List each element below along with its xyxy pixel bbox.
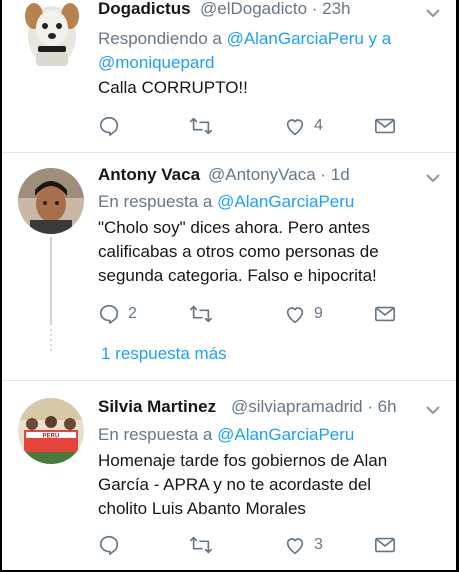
tweet-text-line: García - APRA y no te acordaste del [98, 475, 372, 494]
tweet-actions: 4 [98, 114, 398, 138]
reply-context: En respuesta a @AlanGarciaPeru [98, 191, 354, 213]
dm-button[interactable] [374, 533, 396, 557]
like-button[interactable]: 9 [284, 302, 323, 326]
reply-prefix: En respuesta a [98, 425, 213, 444]
retweet-button[interactable] [189, 302, 213, 326]
retweet-icon [190, 305, 212, 323]
reply-context: En respuesta a @AlanGarciaPeru [98, 424, 354, 446]
tweet-actions: 2 9 [98, 302, 398, 326]
like-count: 3 [314, 536, 323, 553]
avatar-antony-vaca[interactable] [18, 168, 84, 234]
author-name[interactable]: Antony Vaca [98, 165, 200, 185]
avatar-sign-text: PERU [43, 434, 60, 440]
tweet-text-line: cholito Luis Abanto Morales [98, 499, 306, 518]
reply-icon [99, 116, 119, 136]
reply-button[interactable] [98, 114, 120, 138]
tweet-dogadictus[interactable]: Dogadictus @elDogadicto · 23h Respondien… [0, 0, 456, 152]
group-photo-avatar-image: PERU [18, 398, 84, 464]
avatar-silvia-martinez[interactable]: PERU [18, 398, 84, 464]
mention-link[interactable]: @AlanGarciaPeru y a [227, 29, 392, 48]
heart-icon [286, 119, 304, 136]
retweet-icon [190, 536, 212, 554]
retweet-icon [190, 117, 212, 135]
handle-and-time[interactable]: @silviapramadrid · 6h [231, 397, 397, 417]
envelope-icon [375, 306, 395, 322]
retweet-button[interactable] [189, 114, 213, 138]
handle-and-time[interactable]: @AntonyVaca · 1d [208, 165, 350, 185]
heart-icon [286, 538, 304, 555]
mention-link[interactable]: @AlanGarciaPeru [217, 192, 354, 211]
mention-link-2[interactable]: @moniquepard [98, 53, 215, 72]
chevron-down-icon[interactable] [426, 8, 440, 18]
avatar-dogadictus[interactable] [22, 2, 82, 68]
like-count: 9 [314, 305, 323, 322]
tweet-text-line: Calla CORRUPTO!! [98, 78, 248, 97]
chevron-down-icon[interactable] [426, 173, 440, 183]
person-avatar-image [18, 168, 84, 234]
author-name[interactable]: Dogadictus [98, 0, 191, 19]
dm-button[interactable] [374, 114, 396, 138]
reply-button[interactable]: 2 [98, 302, 137, 326]
tweet-antony-vaca[interactable]: Antony Vaca @AntonyVaca · 1d En respuest… [0, 153, 456, 380]
tweet-text: "Cholo soy" dices ahora. Pero antes cali… [98, 216, 448, 288]
envelope-icon [375, 118, 395, 134]
reply-prefix: En respuesta a [98, 192, 213, 211]
handle-and-time[interactable]: @elDogadicto · 23h [200, 0, 351, 19]
mention-link[interactable]: @AlanGarciaPeru [217, 425, 354, 444]
like-count: 4 [314, 117, 323, 134]
tweet-text: Calla CORRUPTO!! [98, 76, 248, 100]
reply-icon [99, 535, 119, 555]
tweet-text-line: calificabas a otros como personas de [98, 242, 379, 261]
tweet-text-line: Homenaje tarde fos gobiernos de Alan [98, 451, 388, 470]
tweet-actions: 3 [98, 533, 398, 557]
retweet-button[interactable] [189, 533, 213, 557]
reply-count: 2 [128, 305, 137, 322]
tweet-text: Homenaje tarde fos gobiernos de Alan Gar… [98, 449, 448, 521]
like-button[interactable]: 3 [284, 533, 323, 557]
reply-button[interactable] [98, 533, 120, 557]
reply-icon [99, 304, 119, 324]
dm-button[interactable] [374, 302, 396, 326]
dog-avatar-image [25, 3, 79, 66]
tweet-text-line: "Cholo soy" dices ahora. Pero antes [98, 218, 370, 237]
envelope-icon [375, 537, 395, 553]
reply-context-line2: @moniquepard [98, 52, 215, 74]
tweet-silvia-martinez[interactable]: PERU Silvia Martinez @silviapramadrid · … [0, 381, 456, 572]
author-name[interactable]: Silvia Martinez [98, 397, 216, 417]
reply-prefix: Respondiendo a [98, 29, 222, 48]
tweet-text-line: segunda categoria. Falso e hipocrita! [98, 266, 377, 285]
thread-line [50, 237, 52, 325]
chevron-down-icon[interactable] [426, 405, 440, 415]
heart-icon [286, 307, 304, 324]
more-replies-link[interactable]: 1 respuesta más [101, 344, 227, 364]
reply-context: Respondiendo a @AlanGarciaPeru y a [98, 28, 438, 50]
like-button[interactable]: 4 [284, 114, 323, 138]
